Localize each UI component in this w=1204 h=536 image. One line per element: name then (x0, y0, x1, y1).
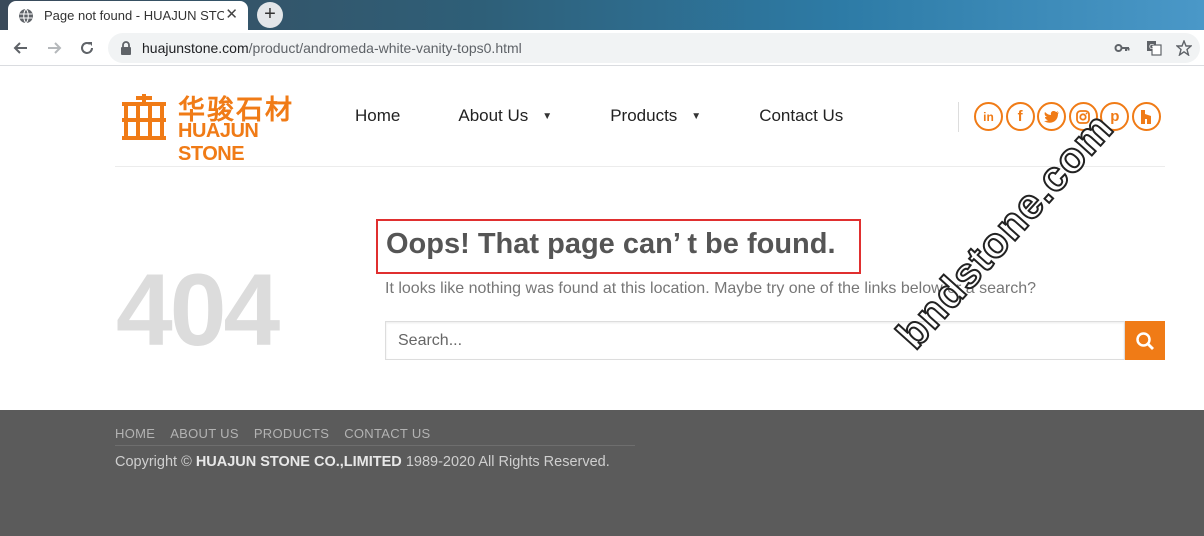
address-bar[interactable]: huajunstone.com/product/andromeda-white-… (108, 33, 1200, 63)
footer-link-contact-us[interactable]: CONTACT US (344, 426, 430, 441)
search-button[interactable] (1125, 321, 1165, 360)
copyright-text: Copyright © HUAJUN STONE CO.,LIMITED 198… (115, 454, 610, 470)
nav-item-contact-us[interactable]: Contact Us (759, 106, 843, 126)
huajun-logo-mark (122, 94, 166, 140)
page-title: Oops! That page can’ t be found. (386, 228, 836, 260)
facebook-icon[interactable]: f (1005, 102, 1035, 131)
svg-text:G: G (1149, 43, 1154, 51)
key-icon[interactable] (1114, 40, 1130, 56)
browser-toolbar: huajunstone.com/product/andromeda-white-… (0, 30, 1204, 66)
tab-title: Page not found - HUAJUN STONE (44, 8, 224, 23)
reload-icon[interactable] (77, 38, 97, 58)
main-nav: Home About Us ▼ Products ▼ Contact Us (355, 106, 901, 126)
bookmark-star-icon[interactable] (1176, 40, 1192, 56)
caret-down-icon: ▼ (542, 110, 553, 122)
back-arrow-icon[interactable] (11, 38, 31, 58)
watermark-text: bndstone.com (886, 103, 1123, 359)
houzz-icon[interactable] (1131, 102, 1161, 131)
nav-item-home[interactable]: Home (355, 106, 400, 126)
search-input[interactable] (385, 321, 1125, 360)
footer-link-about-us[interactable]: ABOUT US (170, 426, 239, 441)
url-text: huajunstone.com/product/andromeda-white-… (142, 40, 522, 56)
linkedin-icon[interactable]: in (974, 102, 1003, 131)
nav-item-products[interactable]: Products ▼ (610, 106, 701, 126)
browser-tab[interactable]: Page not found - HUAJUN STONE ✕ (8, 1, 248, 30)
footer-link-home[interactable]: HOME (115, 426, 155, 441)
error-code: 404 (116, 253, 280, 367)
close-tab-icon[interactable]: ✕ (225, 7, 238, 23)
globe-icon (19, 8, 33, 23)
search-icon (1136, 331, 1154, 350)
caret-down-icon: ▼ (691, 110, 702, 122)
company-name: HUAJUN STONE CO.,LIMITED (195, 454, 402, 470)
site-logo[interactable]: 华骏石材 HUAJUN STONE (118, 88, 314, 165)
browser-tab-strip: Page not found - HUAJUN STONE ✕ + (0, 0, 1204, 30)
logo-english: HUAJUN STONE (178, 120, 259, 165)
nav-item-about-us[interactable]: About Us ▼ (458, 106, 552, 126)
lock-icon[interactable] (120, 41, 132, 55)
twitter-icon[interactable] (1037, 102, 1067, 131)
footer-divider (115, 445, 635, 446)
translate-icon[interactable]: G (1146, 40, 1162, 56)
nav-divider (958, 102, 959, 132)
forward-arrow-icon[interactable] (44, 38, 64, 58)
header-divider (115, 166, 1165, 167)
footer-nav: HOME ABOUT US PRODUCTS CONTACT US (115, 426, 446, 441)
footer-link-products[interactable]: PRODUCTS (254, 426, 329, 441)
new-tab-button[interactable]: + (257, 2, 283, 28)
site-footer: HOME ABOUT US PRODUCTS CONTACT US Copyri… (0, 410, 1204, 536)
